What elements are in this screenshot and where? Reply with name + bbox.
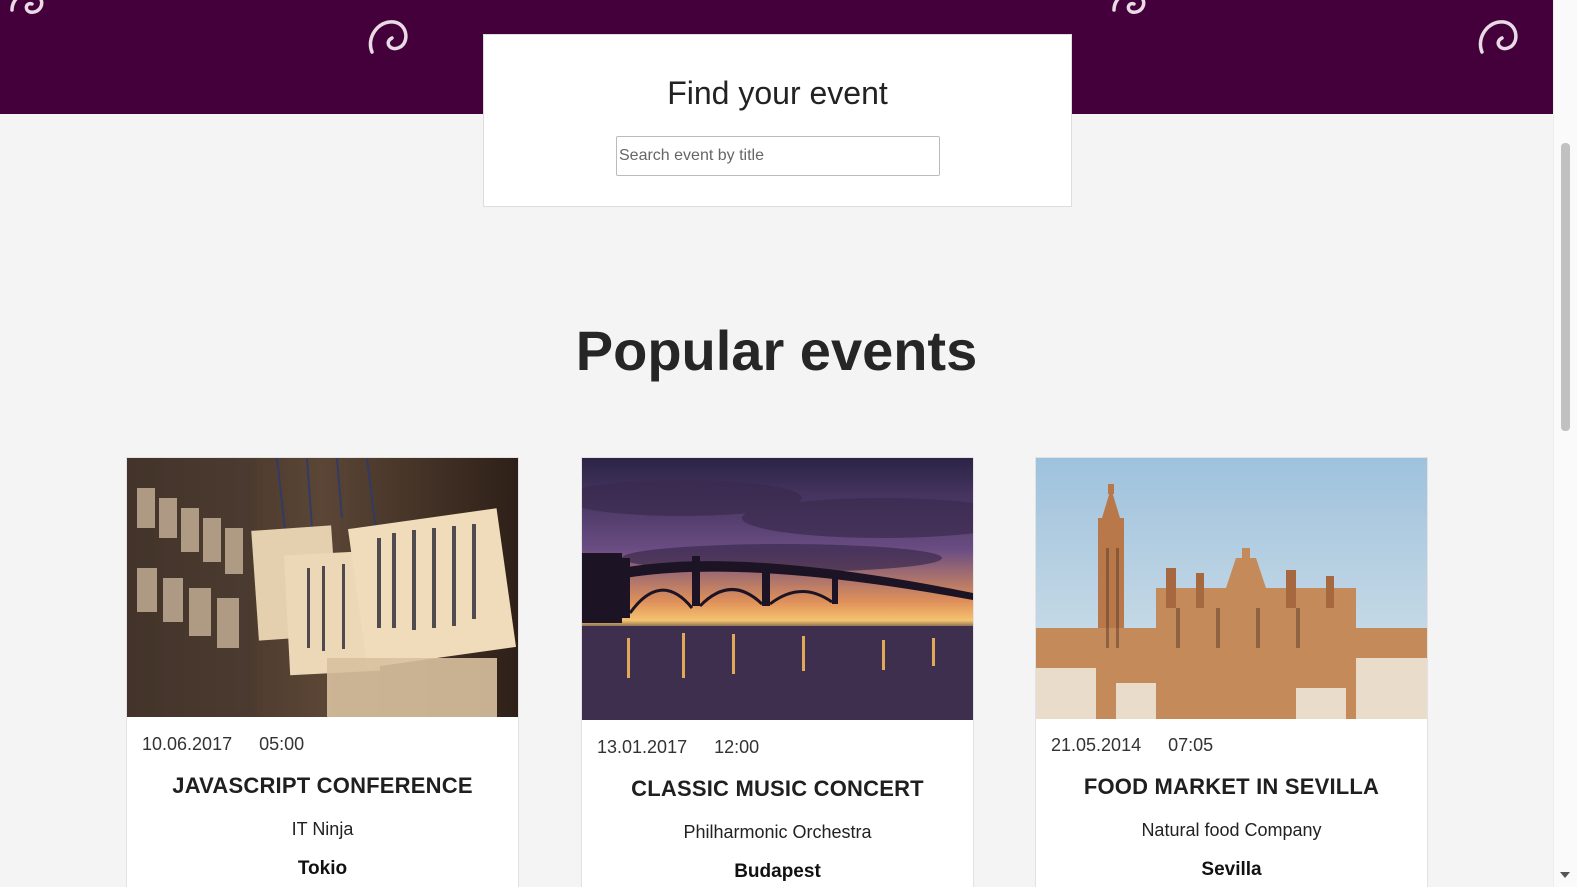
popular-events-title: Popular events [575,319,978,382]
event-image [127,458,518,717]
event-datetime: 21.05.2014 07:05 [1051,735,1213,756]
search-panel: Find your event [483,34,1072,207]
event-image [1036,458,1427,719]
event-title[interactable]: JAVASCRIPT CONFERENCE [127,773,518,799]
event-card[interactable]: 21.05.2014 07:05 FOOD MARKET IN SEVILLA N… [1035,457,1428,887]
swirl-icon [8,0,48,18]
event-datetime: 10.06.2017 05:00 [142,734,304,755]
event-datetime: 13.01.2017 12:00 [597,737,759,758]
scrollbar[interactable] [1553,0,1577,887]
event-card[interactable]: 10.06.2017 05:00 JAVASCRIPT CONFERENCE IT… [126,457,519,887]
event-organizer: Natural food Company [1141,820,1322,840]
event-time: 12:00 [714,737,760,757]
event-organizer: IT Ninja [291,819,354,839]
event-date: 10.06.2017 [142,734,233,754]
event-date: 13.01.2017 [597,737,688,757]
event-city: Budapest [734,861,821,882]
event-card[interactable]: 13.01.2017 12:00 CLASSIC MUSIC CONCERT Ph… [581,457,974,887]
scroll-down-arrow-icon[interactable] [1560,872,1570,878]
event-title[interactable]: FOOD MARKET IN SEVILLA [1036,774,1427,800]
event-time: 05:00 [259,734,305,754]
event-city: Sevilla [1201,859,1262,880]
event-image [582,458,973,720]
event-city: Tokio [297,858,348,879]
swirl-icon [1474,14,1522,58]
search-input[interactable] [616,136,940,176]
event-time: 07:05 [1168,735,1214,755]
search-title: Find your event [667,75,888,111]
swirl-icon [1110,0,1150,18]
swirl-icon [364,14,412,58]
event-title[interactable]: CLASSIC MUSIC CONCERT [582,776,973,802]
scrollbar-thumb[interactable] [1561,143,1570,431]
event-date: 21.05.2014 [1051,735,1142,755]
event-organizer: Philharmonic Orchestra [683,822,872,842]
